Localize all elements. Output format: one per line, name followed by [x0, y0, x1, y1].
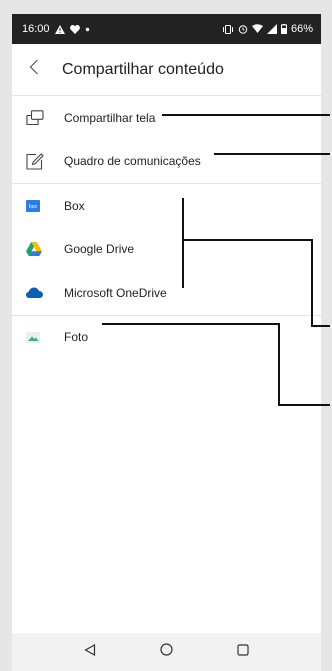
warning-icon	[54, 24, 65, 34]
photo-icon	[26, 331, 54, 343]
whiteboard-icon	[26, 152, 54, 170]
share-screen-icon	[26, 110, 54, 126]
square-recents-icon	[237, 643, 249, 661]
status-bar: 16:00 66%	[12, 14, 321, 44]
heart-icon	[69, 24, 80, 34]
wifi-icon	[251, 24, 263, 34]
photo-item[interactable]: Foto	[12, 316, 321, 360]
onedrive-icon	[26, 287, 54, 299]
vibrate-icon	[222, 24, 234, 34]
page-title: Compartilhar conteúdo	[62, 60, 224, 78]
share-content-list: Compartilhar tela Quadro de comunicações…	[12, 96, 321, 359]
battery-percentage: 66%	[290, 23, 313, 35]
triangle-back-icon	[84, 643, 96, 661]
nav-back-button[interactable]	[75, 637, 105, 667]
google-drive-icon	[26, 242, 54, 257]
photo-label: Foto	[64, 330, 89, 345]
svg-text:box: box	[29, 204, 38, 210]
onedrive-item[interactable]: Microsoft OneDrive	[12, 271, 321, 315]
box-item[interactable]: box Box	[12, 184, 321, 228]
whiteboard-item[interactable]: Quadro de comunicações	[12, 140, 321, 184]
nav-recents-button[interactable]	[228, 637, 258, 667]
circle-home-icon	[160, 643, 173, 661]
google-drive-item[interactable]: Google Drive	[12, 228, 321, 272]
signal-icon	[266, 24, 277, 34]
battery-icon	[280, 24, 287, 34]
phone-frame: 16:00 66% Compartilhar conteúdo Comparti…	[0, 0, 332, 671]
notification-dot-icon	[85, 27, 90, 32]
back-button[interactable]	[12, 44, 56, 96]
share-screen-item[interactable]: Compartilhar tela	[12, 96, 321, 140]
android-nav-bar	[12, 633, 321, 671]
whiteboard-label: Quadro de comunicações	[64, 154, 201, 169]
app-header: Compartilhar conteúdo	[12, 44, 321, 96]
onedrive-label: Microsoft OneDrive	[64, 285, 167, 300]
nav-home-button[interactable]	[151, 637, 181, 667]
chevron-left-icon	[29, 59, 39, 80]
box-icon: box	[26, 199, 54, 212]
status-time: 16:00	[22, 23, 50, 35]
alarm-icon	[238, 24, 248, 34]
box-label: Box	[64, 198, 85, 213]
screen: 16:00 66% Compartilhar conteúdo Comparti…	[12, 14, 321, 671]
google-drive-label: Google Drive	[64, 242, 135, 257]
share-screen-label: Compartilhar tela	[64, 110, 156, 125]
